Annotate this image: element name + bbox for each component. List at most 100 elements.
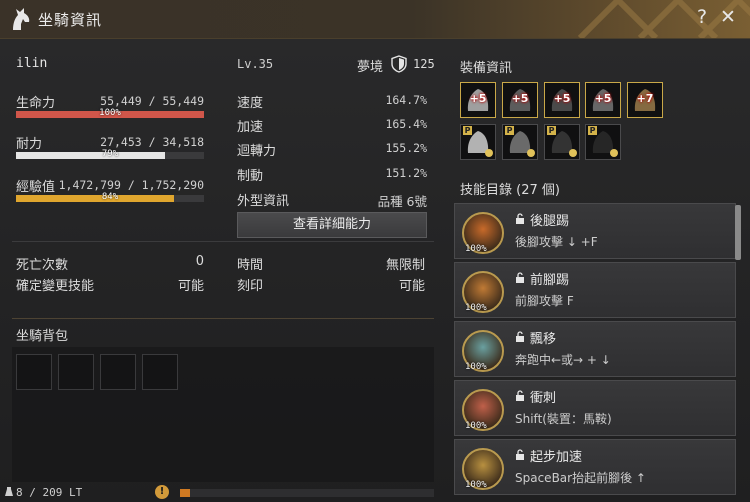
coin-icon — [527, 149, 535, 157]
divider — [12, 241, 434, 242]
exp-bar: 84% — [16, 192, 204, 202]
bag-slot[interactable] — [58, 354, 94, 390]
skill-item[interactable]: 100% 飄移奔跑中←或→ + ↓ — [454, 321, 736, 377]
death-count-row: 死亡次數 0 — [16, 254, 204, 273]
bag-slot[interactable] — [100, 354, 136, 390]
death-count-label: 死亡次數 — [16, 258, 69, 273]
hp-value: 55,449 / 55,449 — [100, 94, 204, 108]
stat-label: 迴轉力 — [237, 144, 277, 159]
lock-icon — [516, 213, 524, 224]
skill-name: 起步加速 — [530, 450, 583, 465]
equipment-slot[interactable]: +7 — [627, 82, 663, 118]
title-decoration — [577, 0, 750, 38]
skill-command: 奔跑中←或→ + ↓ — [515, 353, 611, 367]
horse-head-icon — [13, 8, 30, 30]
horse-info-window: 坐騎資訊 ? ✕ ilin Lv.35 夢境 125 生命力 55,449 / … — [0, 0, 750, 502]
imprint-label: 刻印 — [237, 279, 264, 294]
view-details-button[interactable]: 查看詳細能力 — [237, 212, 427, 238]
premium-badge-icon: P — [547, 126, 556, 135]
time-label: 時間 — [237, 258, 264, 273]
bag-slot[interactable] — [142, 354, 178, 390]
skill-name: 飄移 — [530, 332, 557, 347]
skill-mastery: 100% — [465, 303, 487, 313]
coin-icon — [610, 149, 618, 157]
divider — [12, 318, 434, 319]
imprint-row: 刻印 可能 — [237, 275, 425, 294]
exp-value: 1,472,799 / 1,752,290 — [58, 178, 204, 192]
stamina-value: 27,453 / 34,518 — [100, 135, 204, 149]
shield-icon — [391, 55, 407, 73]
skill-command: 前腳攻擊 F — [515, 294, 574, 308]
stat-value: 155.2% — [385, 141, 427, 155]
premium-badge-icon: P — [463, 126, 472, 135]
skill-mastery: 100% — [465, 362, 487, 372]
skill-mastery: 100% — [465, 244, 487, 254]
stat-label: 制動 — [237, 169, 264, 184]
equipment-slot[interactable]: P — [502, 124, 538, 160]
stat-label: 速度 — [237, 96, 264, 111]
skill-name: 前腳踢 — [530, 273, 570, 288]
skill-change-label: 確定變更技能 — [16, 279, 95, 294]
imprint-value: 可能 — [398, 279, 425, 294]
help-button[interactable]: ? — [697, 6, 707, 28]
mount-type: 夢境 — [357, 60, 384, 75]
stat-value: 品種 6號 — [377, 194, 427, 209]
title-bar[interactable]: 坐騎資訊 ? ✕ — [0, 0, 750, 39]
equipment-slot[interactable]: P — [460, 124, 496, 160]
warning-icon: ! — [155, 485, 169, 499]
skill-item[interactable]: 100% 起步加速 SpaceBar抬起前腳後 ↑ — [454, 439, 736, 495]
hp-bar: 100% — [16, 108, 204, 118]
skill-change-row: 確定變更技能 可能 — [16, 275, 204, 294]
equipment-slot[interactable]: +5 — [502, 82, 538, 118]
equipment-slot[interactable]: P — [544, 124, 580, 160]
tier-value: 125 — [413, 57, 435, 71]
equipment-slot[interactable]: +5 — [585, 82, 621, 118]
lock-icon — [516, 449, 524, 460]
stat-value: 151.2% — [385, 166, 427, 180]
stamina-bar: 79% — [16, 149, 204, 159]
weight-bar-fill — [180, 489, 191, 497]
coin-icon — [485, 149, 493, 157]
horse-name: ilin — [16, 56, 48, 71]
skill-item[interactable]: 100% 後腿踢後腳攻擊 ↓ +F — [454, 203, 736, 259]
lock-icon — [516, 272, 524, 283]
lock-icon — [516, 331, 524, 342]
premium-badge-icon: P — [505, 126, 514, 135]
skill-command: SpaceBar抬起前腳後 ↑ — [515, 471, 646, 485]
stat-value: 164.7% — [385, 93, 427, 107]
equipment-slot[interactable]: +5 — [460, 82, 496, 118]
skills-title: 技能目錄 (27 個) — [460, 183, 560, 198]
weight-bar — [180, 489, 434, 497]
skill-name: 後腿踢 — [530, 214, 570, 229]
equipment-slot[interactable]: +5 — [544, 82, 580, 118]
close-button[interactable]: ✕ — [720, 6, 736, 28]
equipment-slot[interactable]: P — [585, 124, 621, 160]
skill-item[interactable]: 100% 衝刺 Shift(裝置：馬鞍) — [454, 380, 736, 436]
equipment-title: 裝備資訊 — [460, 61, 513, 76]
stamina-bar-percent: 79% — [101, 149, 119, 159]
bag-title: 坐騎背包 — [16, 329, 69, 344]
coin-icon — [569, 149, 577, 157]
lock-icon — [516, 390, 524, 401]
skill-command: Shift(裝置：馬鞍) — [515, 412, 612, 426]
enhancement-level: +5 — [469, 92, 487, 105]
exp-bar-percent: 84% — [101, 192, 119, 202]
enhancement-level: +5 — [511, 92, 529, 105]
stat-value: 165.4% — [385, 117, 427, 131]
horse-level: Lv.35 — [237, 57, 274, 71]
time-row: 時間 無限制 — [237, 254, 425, 273]
death-count-value: 0 — [195, 254, 204, 269]
skill-list[interactable]: 100% 後腿踢後腳攻擊 ↓ +F 100% 前腳踢前腳攻擊 F 100% 飄移奔跑中←或… — [454, 203, 740, 499]
skill-list-scrollbar[interactable] — [735, 205, 741, 260]
time-value: 無限制 — [385, 258, 425, 273]
skill-change-value: 可能 — [177, 279, 204, 294]
skill-command: 後腳攻擊 ↓ +F — [515, 235, 598, 249]
skill-mastery: 100% — [465, 421, 487, 431]
hp-bar-percent: 100% — [99, 108, 121, 118]
stat-label: 外型資訊 — [237, 194, 290, 209]
enhancement-level: +5 — [553, 92, 571, 105]
bag-slot[interactable] — [16, 354, 52, 390]
skill-name: 衝刺 — [530, 391, 557, 406]
skill-item[interactable]: 100% 前腳踢前腳攻擊 F — [454, 262, 736, 318]
enhancement-level: +7 — [636, 92, 654, 105]
